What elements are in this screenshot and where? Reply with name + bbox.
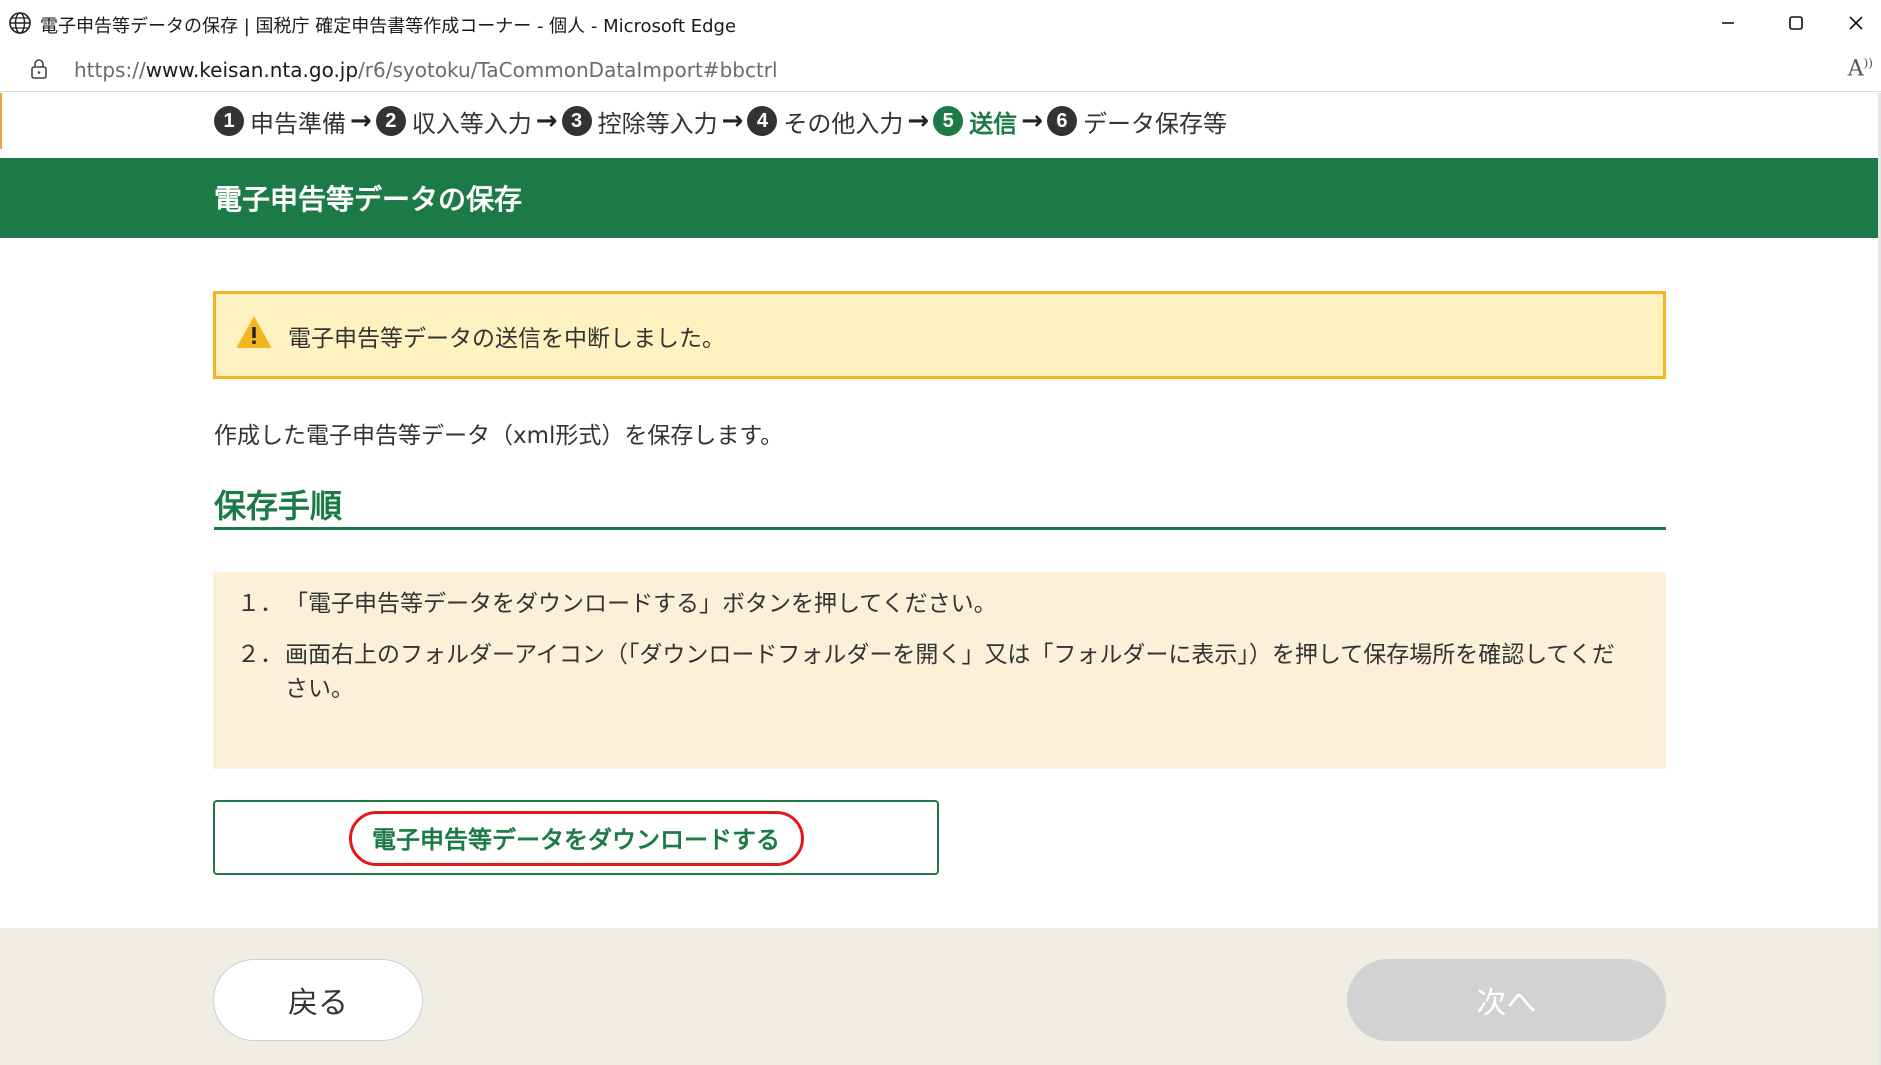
instruction-item: １． 「電子申告等データをダウンロードする」ボタンを押してください。: [237, 587, 1625, 621]
step-6: 6 データ保存等: [1046, 104, 1227, 139]
instruction-text: 画面右上のフォルダーアイコン（「ダウンロードフォルダーを開く」又は「フォルダーに…: [285, 642, 1615, 702]
page-title: 電子申告等データの保存: [214, 183, 523, 216]
step-2: 2 収入等入力: [375, 104, 532, 139]
arrow-right-icon: →: [907, 106, 930, 136]
step-label: その他入力: [783, 109, 904, 138]
url-host: www.keisan.nta.go.jp: [145, 58, 359, 82]
step-number: 1: [214, 106, 244, 136]
minimize-icon: [1722, 22, 1734, 24]
instruction-number: ２．: [237, 642, 283, 668]
minimize-button[interactable]: [1698, 0, 1758, 46]
step-5-active: 5 送信: [933, 104, 1017, 139]
section-title: 保存手順: [214, 487, 343, 525]
arrow-right-icon: →: [1021, 106, 1043, 136]
warning-icon: [237, 317, 271, 348]
intro-text: 作成した電子申告等データ（xml形式）を保存します。: [214, 423, 784, 449]
instruction-text: 「電子申告等データをダウンロードする」ボタンを押してください。: [285, 591, 997, 617]
step-1: 1 申告準備: [214, 104, 346, 139]
step-label: 申告準備: [250, 109, 346, 138]
window-titlebar: 電子申告等データの保存 | 国税庁 確定申告書等作成コーナー - 個人 - Mi…: [0, 0, 1881, 46]
section-heading: 保存手順: [214, 481, 1666, 530]
step-4: 4 その他入力: [747, 104, 903, 139]
arrow-right-icon: →: [350, 106, 372, 136]
close-button[interactable]: [1830, 0, 1881, 46]
step-label: 収入等入力: [411, 109, 532, 138]
address-bar[interactable]: https://www.keisan.nta.go.jp/r6/syotoku/…: [0, 46, 1881, 92]
read-aloud-icon[interactable]: A)): [1848, 56, 1873, 81]
progress-steps: 1 申告準備 → 2 収入等入力 → 3 控除等入力 → 4 その他入力 → 5 送信 →…: [214, 99, 1227, 143]
maximize-button[interactable]: [1766, 0, 1826, 46]
read-aloud-label: A: [1847, 56, 1864, 82]
arrow-right-icon: →: [535, 106, 558, 136]
red-highlight-annotation: [349, 811, 804, 866]
step-number: 2: [375, 106, 406, 136]
url-field[interactable]: https://www.keisan.nta.go.jp/r6/syotoku/…: [74, 58, 778, 82]
step-number: 6: [1046, 106, 1077, 136]
step-3: 3 控除等入力: [561, 104, 718, 139]
url-prefix: https://: [74, 58, 146, 82]
window-title: 電子申告等データの保存 | 国税庁 確定申告書等作成コーナー - 個人 - Mi…: [40, 16, 737, 37]
step-label: 送信: [969, 109, 1018, 138]
instruction-item: ２． 画面右上のフォルダーアイコン（「ダウンロードフォルダーを開く」又は「フォル…: [237, 638, 1625, 706]
step-label: 控除等入力: [597, 109, 718, 138]
page-banner: 電子申告等データの保存: [0, 158, 1881, 238]
alert-message: 電子申告等データの送信を中断しました。: [288, 326, 725, 352]
page-content: 1 申告準備 → 2 収入等入力 → 3 控除等入力 → 4 その他入力 → 5 送信 →…: [0, 93, 1881, 1065]
instruction-number: １．: [237, 591, 283, 617]
warning-alert: 電子申告等データの送信を中断しました。: [213, 291, 1666, 379]
globe-icon: [9, 12, 31, 34]
lock-icon[interactable]: [28, 58, 50, 80]
back-button[interactable]: 戻る: [213, 959, 423, 1041]
step-number: 4: [747, 106, 778, 136]
step-number: 5: [933, 106, 964, 136]
maximize-icon: [1789, 16, 1803, 30]
arrow-right-icon: →: [721, 106, 744, 136]
step-number: 3: [561, 106, 592, 136]
step-label: データ保存等: [1082, 109, 1227, 138]
next-button[interactable]: 次へ: [1347, 959, 1666, 1041]
instructions-box: １． 「電子申告等データをダウンロードする」ボタンを押してください。 ２． 画面…: [213, 572, 1666, 769]
url-path: /r6/syotoku/TaCommonDataImport#bbctrl: [358, 58, 778, 82]
close-icon: [1848, 16, 1863, 30]
